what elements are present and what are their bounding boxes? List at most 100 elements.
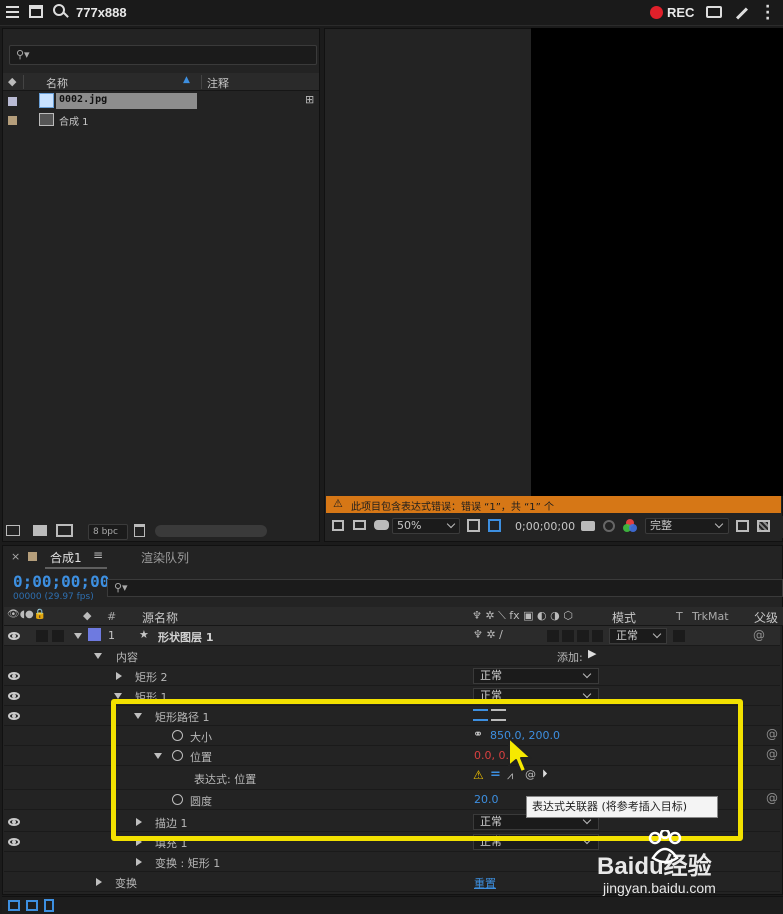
pickwhip-icon[interactable]: @	[766, 727, 778, 741]
parent-pickwhip-icon[interactable]: @	[753, 628, 765, 642]
property-row[interactable]: 内容 添加: ▶	[4, 646, 780, 666]
column-trkmat[interactable]: TrkMat	[692, 610, 729, 623]
timeline-search-input[interactable]: ⚲▾	[107, 579, 783, 597]
close-tab-icon[interactable]: ×	[11, 550, 20, 563]
search-icon: ⚲▾	[114, 581, 128, 594]
flowchart-icon[interactable]: ⊞	[305, 93, 314, 106]
trash-icon[interactable]	[134, 524, 145, 537]
project-search-input[interactable]: ⚲▾	[9, 45, 317, 65]
transparency-grid-icon[interactable]	[488, 519, 501, 532]
label-tag-icon[interactable]: ◆	[83, 609, 91, 622]
expand-triangle-icon[interactable]	[74, 633, 82, 639]
layer-label-swatch[interactable]	[88, 628, 101, 641]
project-panel: ⚲▾ ◆ 名称 ▲ 注释 0002.jpg ⊞ 合成 1 8 bpc	[2, 28, 320, 542]
layer-mode-select[interactable]: 正常	[609, 628, 667, 644]
pencil-icon[interactable]	[735, 7, 749, 20]
layer-switches-toggle-icon[interactable]	[8, 900, 20, 911]
chevron-down-icon	[652, 629, 662, 639]
group-name: 变换 : 矩形 1	[155, 857, 221, 870]
column-t[interactable]: T	[676, 610, 683, 623]
blend-mode-select[interactable]: 正常	[473, 668, 599, 684]
in-out-toggle-icon[interactable]	[44, 899, 54, 912]
layer-switches-icons[interactable]: ♆ ✲ ∕	[473, 628, 503, 641]
tab-menu-icon[interactable]: ≡	[93, 548, 103, 562]
visibility-eye-icon[interactable]	[8, 692, 20, 700]
visibility-eye-icon[interactable]	[8, 672, 20, 680]
reset-link[interactable]: 重置	[474, 875, 496, 891]
interpret-footage-icon[interactable]	[6, 525, 20, 536]
horizontal-scrollbar[interactable]	[155, 525, 267, 537]
list-item[interactable]: 0002.jpg	[3, 92, 303, 110]
menu-icon[interactable]	[6, 6, 19, 18]
column-comment[interactable]: 注释	[207, 75, 229, 91]
solo-box[interactable]	[36, 630, 48, 642]
bpc-button[interactable]: 8 bpc	[88, 524, 128, 540]
column-divider	[201, 75, 202, 89]
sort-ascending-icon[interactable]: ▲	[183, 75, 190, 85]
camera-icon[interactable]	[706, 6, 722, 18]
new-folder-icon[interactable]	[33, 525, 47, 536]
switches-icons[interactable]: ♆ ✲ ⟍ fx ▣ ◐ ◑ ⬡	[472, 609, 573, 623]
show-snapshot-icon[interactable]	[603, 520, 615, 532]
pickwhip-icon[interactable]: @	[766, 791, 778, 805]
rec-label[interactable]: REC	[667, 5, 694, 20]
visibility-eye-icon[interactable]	[8, 838, 20, 846]
expand-triangle-icon[interactable]	[94, 653, 102, 659]
column-mode[interactable]: 模式	[612, 609, 636, 626]
color-channels-icon[interactable]	[623, 519, 637, 533]
pickwhip-icon[interactable]: @	[766, 747, 778, 761]
current-timecode[interactable]: 0;00;00;00	[13, 572, 109, 591]
new-composition-icon[interactable]	[56, 524, 73, 537]
column-parent[interactable]: 父级	[754, 609, 778, 626]
fast-preview-icon[interactable]	[736, 520, 749, 532]
add-label[interactable]: 添加:	[557, 649, 583, 665]
more-icon[interactable]: · · ·	[765, 0, 770, 26]
zoom-select[interactable]: 50%	[392, 518, 460, 534]
resolution-select[interactable]: 完整	[645, 518, 729, 534]
property-row[interactable]: 矩形 2 正常	[4, 666, 780, 686]
timeline-footer	[2, 896, 783, 914]
layer-number: 1	[108, 629, 115, 642]
composition-canvas[interactable]	[531, 28, 783, 496]
visibility-eye-icon[interactable]	[8, 632, 20, 640]
switch-boxes[interactable]	[547, 630, 603, 642]
layer-row[interactable]: 1 ★ 形状图层 1 ♆ ✲ ∕ 正常 @	[4, 626, 780, 646]
tab-render-queue[interactable]: 渲染队列	[141, 549, 189, 566]
expand-triangle-icon[interactable]	[116, 672, 122, 680]
project-footer: 8 bpc	[3, 521, 319, 541]
annotation-highlight-box	[111, 699, 743, 841]
layer-name[interactable]: 形状图层 1	[158, 629, 213, 645]
mask-icon[interactable]	[374, 520, 389, 530]
shape-star-icon: ★	[139, 628, 149, 641]
project-column-header: ◆ 名称 ▲ 注释	[3, 73, 319, 91]
column-source-name[interactable]: 源名称	[142, 609, 178, 626]
av-features-icons[interactable]: 👁◖●🔒	[7, 609, 46, 620]
visibility-eye-icon[interactable]	[8, 712, 20, 720]
lock-box[interactable]	[52, 630, 64, 642]
transfer-controls-toggle-icon[interactable]	[26, 900, 38, 911]
window-icon[interactable]	[29, 5, 43, 18]
expression-error-bar[interactable]: ⚠ 此项目包含表达式错误：错误 “1”，共 “1” 个	[326, 496, 781, 513]
column-name[interactable]: 名称	[46, 75, 68, 91]
record-dot-icon[interactable]	[650, 6, 663, 19]
label-tag-icon[interactable]: ◆	[8, 75, 16, 88]
monitor-icon[interactable]	[353, 520, 366, 530]
blend-mode-value: 正常	[480, 669, 502, 682]
add-play-icon[interactable]: ▶	[588, 647, 596, 660]
list-item[interactable]: 合成 1	[3, 111, 303, 129]
trkmat-box[interactable]	[673, 630, 685, 642]
watermark-url: jingyan.baidu.com	[603, 880, 716, 896]
visibility-eye-icon[interactable]	[8, 818, 20, 826]
expand-triangle-icon[interactable]	[136, 858, 142, 866]
tab-composition[interactable]: 合成1	[50, 549, 82, 566]
chevron-down-icon	[582, 689, 592, 699]
expand-triangle-icon[interactable]	[96, 878, 102, 886]
image-file-icon	[39, 93, 54, 108]
label-color-swatch	[8, 116, 17, 125]
region-of-interest-icon[interactable]	[467, 519, 480, 532]
toggle-transparency-grid-icon[interactable]	[757, 520, 770, 532]
snapshot-camera-icon[interactable]	[581, 521, 595, 531]
column-number[interactable]: #	[107, 610, 116, 623]
viewer-timecode[interactable]: 0;00;00;00	[515, 520, 575, 533]
always-preview-icon[interactable]	[332, 520, 344, 531]
